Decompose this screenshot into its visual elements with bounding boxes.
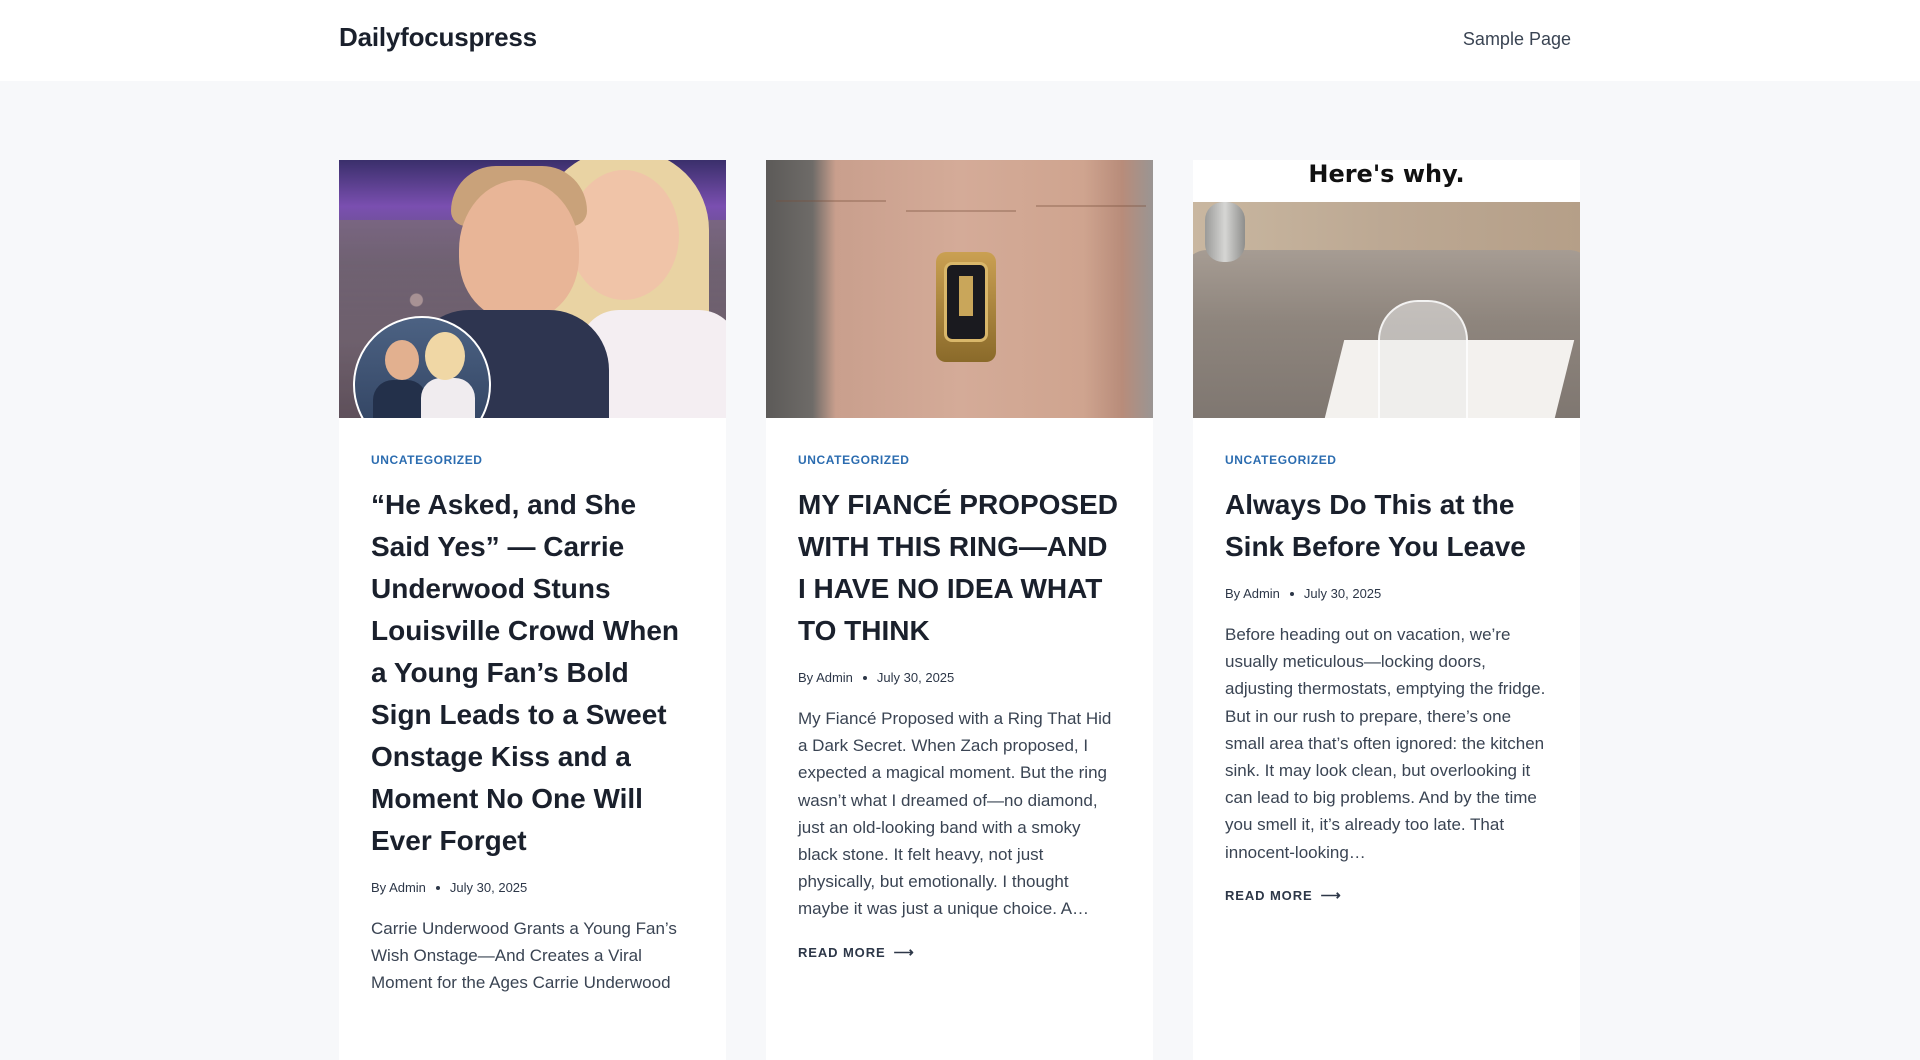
post-date: July 30, 2025 <box>876 670 955 685</box>
post-category-link[interactable]: UNCATEGORIZED <box>798 453 910 467</box>
post-title[interactable]: Always Do This at the Sink Before You Le… <box>1225 484 1548 568</box>
post-date: July 30, 2025 <box>1303 586 1382 601</box>
post-thumbnail[interactable]: Here's why. <box>1193 160 1580 418</box>
meta-separator <box>435 885 440 890</box>
post-excerpt: My Fiancé Proposed with a Ring That Hid … <box>798 709 1112 919</box>
post-author[interactable]: By Admin <box>371 880 426 895</box>
post-category-link[interactable]: UNCATEGORIZED <box>1225 453 1337 467</box>
post-card: UNCATEGORIZED MY FIANCÉ PROPOSED WITH TH… <box>766 160 1153 1060</box>
post-title[interactable]: MY FIANCÉ PROPOSED WITH THIS RING—AND I … <box>798 484 1121 652</box>
post-excerpt: Carrie Underwood Grants a Young Fan’s Wi… <box>371 919 677 993</box>
arrow-right-icon: ⟶ <box>893 943 915 960</box>
post-thumbnail[interactable] <box>339 160 726 418</box>
meta-separator <box>862 675 867 680</box>
post-title[interactable]: “He Asked, and She Said Yes” — Carrie Un… <box>371 484 694 862</box>
post-date: July 30, 2025 <box>449 880 528 895</box>
read-more-link[interactable]: READ MORE ⟶ <box>798 944 915 961</box>
arrow-right-icon: ⟶ <box>1320 886 1342 903</box>
post-meta: By Admin July 30, 2025 <box>1225 586 1548 601</box>
read-more-label: READ MORE <box>798 944 886 960</box>
meta-separator <box>1289 591 1294 596</box>
read-more-link[interactable]: READ MORE ⟶ <box>1225 887 1342 904</box>
post-card: Here's why. UNCATEGORIZED Always Do This… <box>1193 160 1580 1060</box>
read-more-label: READ MORE <box>1225 887 1313 903</box>
post-author[interactable]: By Admin <box>798 670 853 685</box>
nav-link-sample-page[interactable]: Sample Page <box>1463 29 1571 50</box>
post-author[interactable]: By Admin <box>1225 586 1280 601</box>
post-grid: UNCATEGORIZED “He Asked, and She Said Ye… <box>339 160 1580 1060</box>
thumbnail-caption: Here's why. <box>1193 160 1580 202</box>
site-header: Dailyfocuspress Sample Page <box>0 0 1920 81</box>
post-meta: By Admin July 30, 2025 <box>798 670 1121 685</box>
post-card: UNCATEGORIZED “He Asked, and She Said Ye… <box>339 160 726 1060</box>
post-thumbnail[interactable] <box>766 160 1153 418</box>
post-excerpt: Before heading out on vacation, we’re us… <box>1225 625 1546 862</box>
post-meta: By Admin July 30, 2025 <box>371 880 694 895</box>
site-title-link[interactable]: Dailyfocuspress <box>339 22 537 53</box>
post-category-link[interactable]: UNCATEGORIZED <box>371 453 483 467</box>
